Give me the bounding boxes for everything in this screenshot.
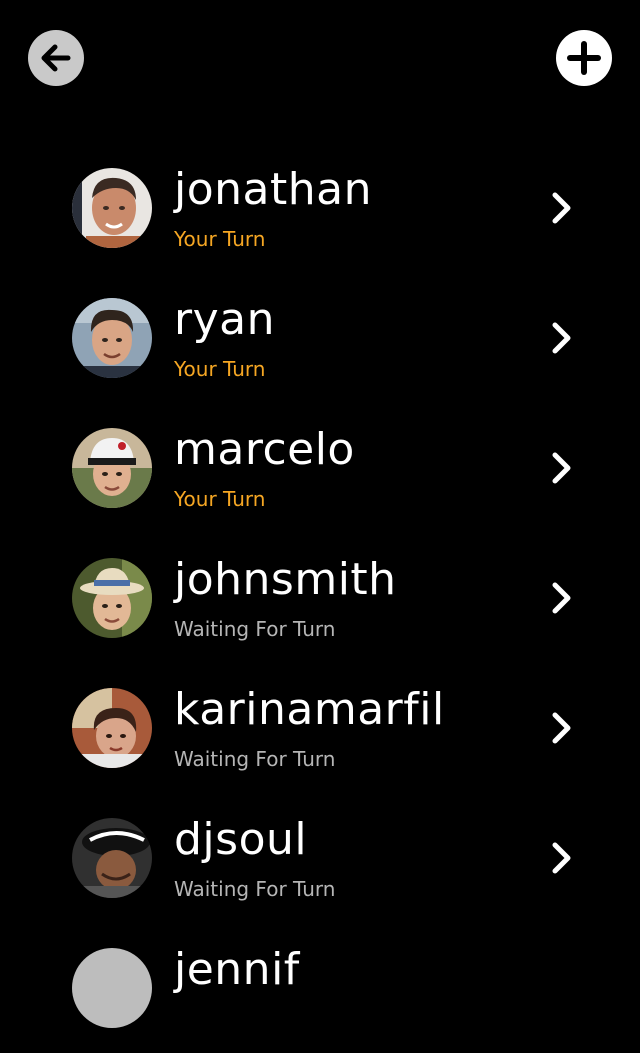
player-name: jennif — [174, 944, 300, 995]
chevron-right-icon[interactable] — [548, 450, 576, 486]
game-row-djsoul[interactable]: djsoul Waiting For Turn — [0, 793, 640, 923]
turn-status: Waiting For Turn — [174, 877, 336, 901]
chevron-right-icon[interactable] — [548, 190, 576, 226]
turn-status: Your Turn — [174, 227, 266, 251]
avatar — [72, 168, 152, 248]
player-name: johnsmith — [174, 554, 397, 605]
back-button[interactable] — [28, 30, 84, 86]
player-name: jonathan — [174, 164, 372, 215]
player-name: marcelo — [174, 424, 355, 475]
add-game-button[interactable] — [556, 30, 612, 86]
game-row-karinamarfil[interactable]: karinamarfil Waiting For Turn — [0, 663, 640, 793]
chevron-right-icon[interactable] — [548, 580, 576, 616]
games-list: jonathan Your Turn ryan Your Turn marcel… — [0, 143, 640, 1053]
avatar — [72, 558, 152, 638]
turn-status: Your Turn — [174, 487, 266, 511]
game-row-marcelo[interactable]: marcelo Your Turn — [0, 403, 640, 533]
chevron-right-icon[interactable] — [548, 320, 576, 356]
avatar — [72, 428, 152, 508]
chevron-right-icon[interactable] — [548, 840, 576, 876]
avatar — [72, 948, 152, 1028]
game-row-johnsmith[interactable]: johnsmith Waiting For Turn — [0, 533, 640, 663]
avatar — [72, 298, 152, 378]
turn-status: Your Turn — [174, 357, 266, 381]
player-name: ryan — [174, 294, 275, 345]
turn-status: Waiting For Turn — [174, 747, 336, 771]
plus-icon — [566, 40, 602, 76]
avatar — [72, 688, 152, 768]
avatar — [72, 818, 152, 898]
player-name: karinamarfil — [174, 684, 445, 735]
arrow-left-icon — [38, 40, 74, 76]
chevron-right-icon[interactable] — [548, 710, 576, 746]
player-name: djsoul — [174, 814, 308, 865]
game-row-jennif[interactable]: jennif — [0, 923, 640, 1053]
game-row-ryan[interactable]: ryan Your Turn — [0, 273, 640, 403]
turn-status: Waiting For Turn — [174, 617, 336, 641]
game-row-jonathan[interactable]: jonathan Your Turn — [0, 143, 640, 273]
